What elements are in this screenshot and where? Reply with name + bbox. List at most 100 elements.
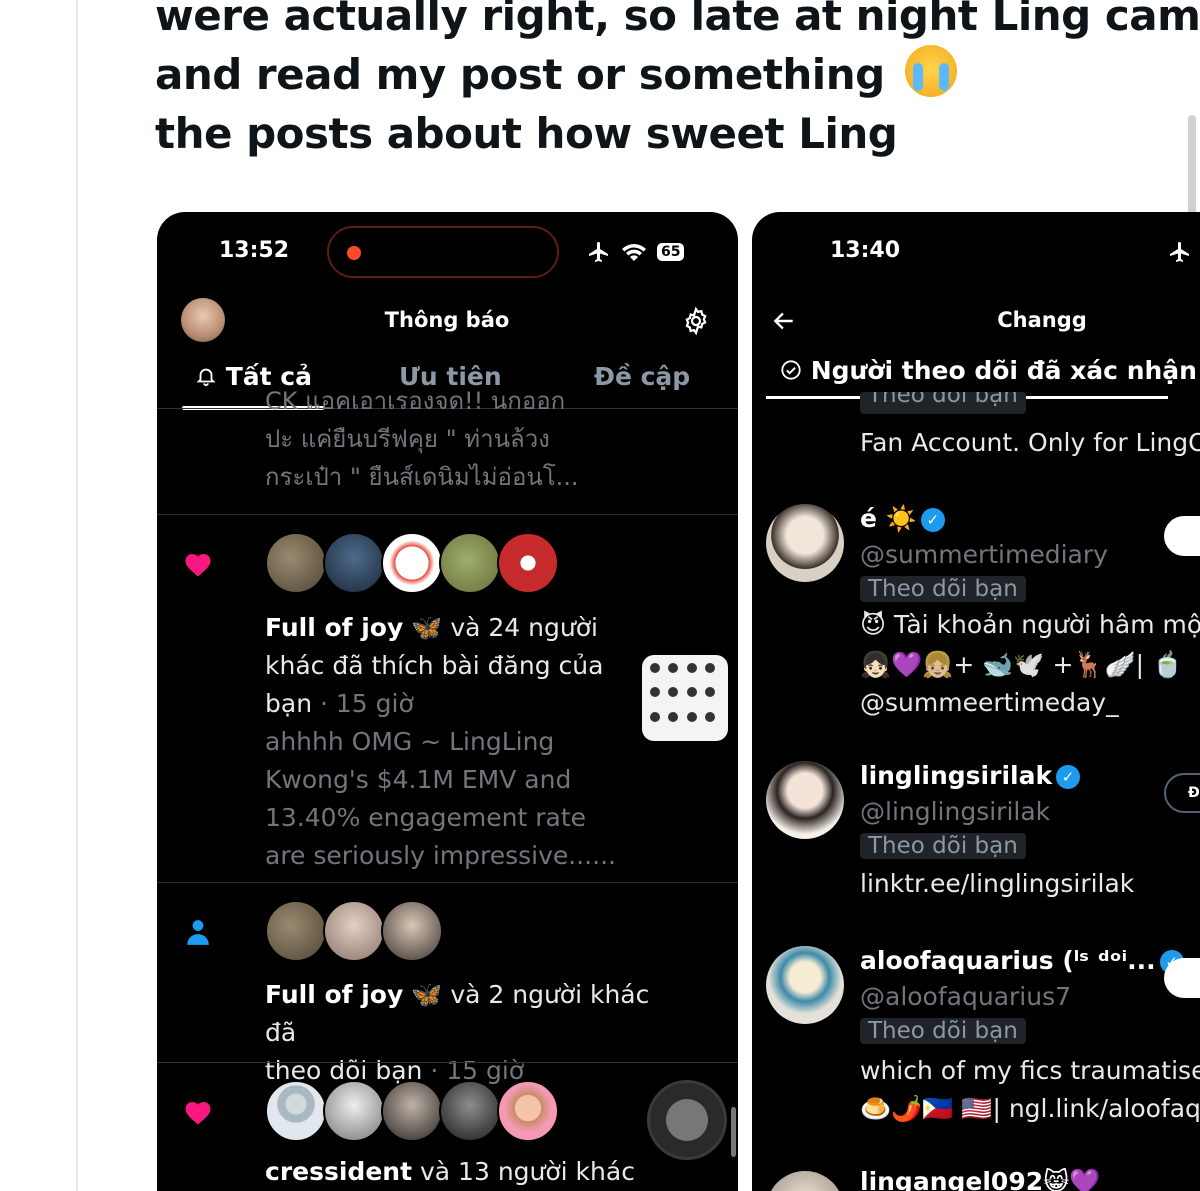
user-bio: Fan Account. Only for LingO [860,428,1200,457]
heart-icon [185,554,211,577]
actor-name: cressident [265,1157,413,1186]
liker-avatars [265,1080,559,1142]
phone-scrollbar[interactable] [731,1107,736,1157]
follows-you-badge: Theo dõi bạn [860,392,1026,414]
page-title: Changg [997,308,1087,332]
airplane-icon [589,242,608,262]
recording-dot-icon [347,246,361,260]
thai-line: CK แอคเอาเรองจด!! นกออก [265,387,566,415]
follow-notification-text[interactable]: Full of joy 🦋 và 2 người khác đã theo dõ… [265,976,685,1090]
follow-button[interactable] [1164,516,1200,556]
avatar[interactable] [381,1080,443,1142]
like-notification-text[interactable]: cressident và 13 người khác [265,1153,685,1191]
notif-line-3: bạn [265,689,313,718]
tab-verified-followers[interactable]: Người theo dõi đã xác nhận [780,356,1197,385]
status-time: 13:52 [219,238,290,263]
crying-face-icon [904,45,957,97]
user-bio: which of my fics traumatise [860,1056,1200,1085]
user-bio-link[interactable]: linktr.ee/linglingsirilak [860,869,1134,898]
previous-post-preview: CK แอคเอาเรองจด!! นกออก ปะ แค่ยืนบรีฟคุย… [265,387,645,496]
following-button[interactable]: Đ [1164,773,1200,813]
user-name: é ☀️ ✓ [860,504,945,534]
avatar[interactable] [497,1080,559,1142]
notif-time: · 15 giờ [312,689,414,718]
divider [157,1062,738,1063]
user-handle: @linglingsirilak [860,797,1051,826]
user-name: linglingsirilak ✓ [860,761,1081,790]
person-icon [187,920,209,945]
user-name: lingangel092😸💜 [860,1167,1101,1191]
butterfly-icon: 🦋 [411,613,443,642]
wifi-icon [622,244,646,261]
follows-you-badge: Theo dõi bạn [860,576,1026,602]
notif-line-1: và 13 người khác [412,1157,635,1186]
avatar[interactable] [439,532,501,594]
user-bio-link[interactable]: @summeertimeday_ [860,688,1119,717]
user-bio: 😈 Tài khoản người hâm mộ [860,610,1200,639]
user-name-text: aloofaquarius (ˡˢ ᵈᵒⁱ... [860,946,1156,975]
follow-button[interactable] [1164,958,1200,998]
avatar[interactable] [381,532,443,594]
user-avatar[interactable] [766,761,844,839]
heart-icon [185,1102,211,1125]
notifications-screenshot: 13:52 65 Thông báo Tất cả Ưu tiên Đề cập… [157,212,738,1191]
avatar[interactable] [323,900,385,962]
user-handle: @summertimediary [860,540,1108,569]
status-icons: 65 [587,240,685,264]
verified-badge-icon: ✓ [920,508,945,532]
avatar[interactable] [323,532,385,594]
actor-name: Full of joy [265,980,404,1009]
status-time: 13:40 [830,238,901,263]
preview-line: are seriously impressive...... [265,841,616,870]
follows-you-badge: Theo dõi bạn [860,833,1026,859]
avatar[interactable] [381,900,443,962]
preview-line: 13.40% engagement rate [265,803,587,832]
liked-post-preview[interactable]: ahhhh OMG ~ LingLing Kwong's $4.1M EMV a… [265,723,625,875]
post-thumbnail[interactable] [642,655,728,741]
user-name: aloofaquarius (ˡˢ ᵈᵒⁱ...✓ [860,946,1184,975]
avatar[interactable] [439,1080,501,1142]
notif-line-1: và 24 người [442,613,598,642]
post-line-3: the posts about how sweet Ling [155,109,898,158]
avatar[interactable] [497,532,559,594]
preview-line: Kwong's $4.1M EMV and [265,765,572,794]
notif-line-2: khác đã thích bài đăng của [265,651,604,680]
follower-avatars [265,900,443,962]
post-line-2: and read my post or something [155,45,1195,104]
tab-label: Người theo dõi đã xác nhận [810,356,1197,385]
post-body: were actually right, so late at night Li… [155,0,1200,163]
follows-you-badge: Theo dõi bạn [860,1018,1026,1044]
user-name-text: é ☀️ [860,504,917,533]
user-handle: @aloofaquarius7 [860,982,1072,1011]
bell-icon [196,368,216,387]
thai-line: กระเป๋า " ยืนส์เดนิมไม่อ่อนโ... [265,463,579,491]
gear-icon[interactable] [681,306,711,336]
battery-icon: 65 [657,243,685,261]
actor-name: Full of joy [265,613,404,642]
followers-screenshot: 13:40 Changg Người theo dõi đã xác nhận … [752,212,1200,1191]
page-title: Thông báo [384,308,510,332]
user-bio: 👧🏻💜👧🏼+ 🐋🕊️ +🦌🪽| 🍵 [860,650,1184,679]
like-notification-text[interactable]: Full of joy 🦋 và 24 người khác đã thích … [265,609,635,723]
avatar[interactable] [323,1080,385,1142]
avatar[interactable] [265,532,327,594]
user-bio: 🍮🌶️🇵🇭 🇺🇸| ngl.link/aloofaq [860,1094,1200,1123]
verified-badge-icon: ✓ [1056,765,1081,789]
user-avatar[interactable] [766,946,844,1024]
back-arrow-icon[interactable] [770,308,798,334]
avatar[interactable] [265,900,327,962]
user-name-text: linglingsirilak [860,761,1053,790]
user-avatar[interactable] [766,1171,844,1191]
left-gutter [0,0,78,1191]
preview-line: ahhhh OMG ~ LingLing [265,727,555,756]
avatar[interactable] [265,1080,327,1142]
compose-fab-button[interactable] [647,1080,727,1160]
thai-line: ปะ แค่ยืนบรีฟคุย " ท่านล้วง [265,425,550,453]
divider [157,882,738,883]
profile-avatar[interactable] [181,298,225,342]
user-avatar[interactable] [766,504,844,582]
divider [157,514,738,515]
dynamic-island [327,226,559,278]
post-line-1: were actually right, so late at night Li… [155,0,1200,40]
verified-check-icon [781,360,801,380]
